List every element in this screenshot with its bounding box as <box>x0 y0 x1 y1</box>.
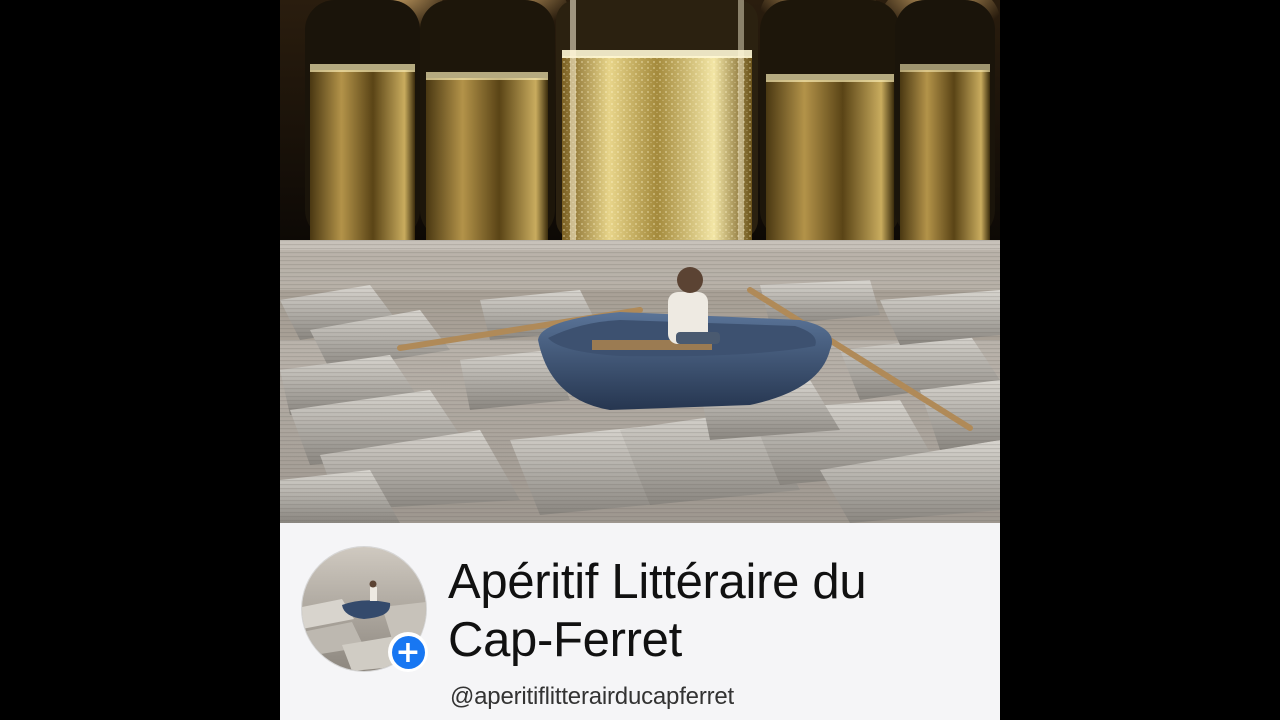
video-frame: + Apéritif Littéraire du Cap-Ferret @ape… <box>280 0 1000 720</box>
add-button[interactable]: + <box>388 632 428 672</box>
boat-on-books-artwork <box>280 240 1000 523</box>
page-handle[interactable]: @aperitiflitterairducapferret <box>450 683 734 711</box>
champagne-glasses-photo <box>280 0 1000 240</box>
profile-card: + Apéritif Littéraire du Cap-Ferret @ape… <box>280 523 1000 720</box>
page-title: Apéritif Littéraire du Cap-Ferret <box>448 555 867 667</box>
plus-icon: + <box>391 635 425 669</box>
